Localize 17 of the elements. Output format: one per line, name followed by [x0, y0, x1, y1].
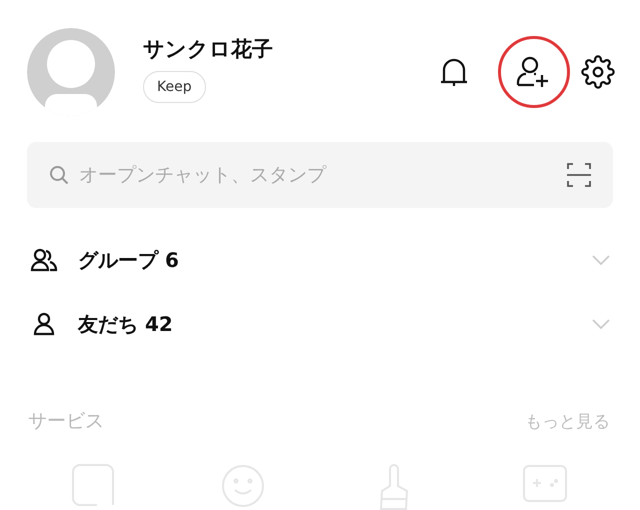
smile-icon[interactable]	[221, 464, 266, 508]
list-header[interactable]: グループ 6	[78, 246, 592, 274]
group-icon	[30, 248, 58, 272]
add-friend-button[interactable]	[498, 36, 570, 108]
chevron-icon[interactable]	[592, 319, 610, 329]
search-icon	[49, 165, 69, 185]
keep-button[interactable]: Keep	[143, 71, 206, 103]
scan-icon[interactable]	[567, 163, 591, 187]
settings-icon	[581, 55, 615, 89]
list-header[interactable]: 友だち 42	[78, 310, 592, 338]
notification-icon	[439, 56, 469, 88]
chevron-icon[interactable]	[592, 255, 610, 265]
profile-name: サンクロ花子	[143, 36, 273, 63]
avatar[interactable]	[27, 28, 115, 116]
section-title: サービス	[28, 409, 104, 434]
search-field[interactable]: オープンチャット、スタンプ	[27, 142, 613, 208]
game-controller-icon[interactable]	[522, 464, 568, 502]
